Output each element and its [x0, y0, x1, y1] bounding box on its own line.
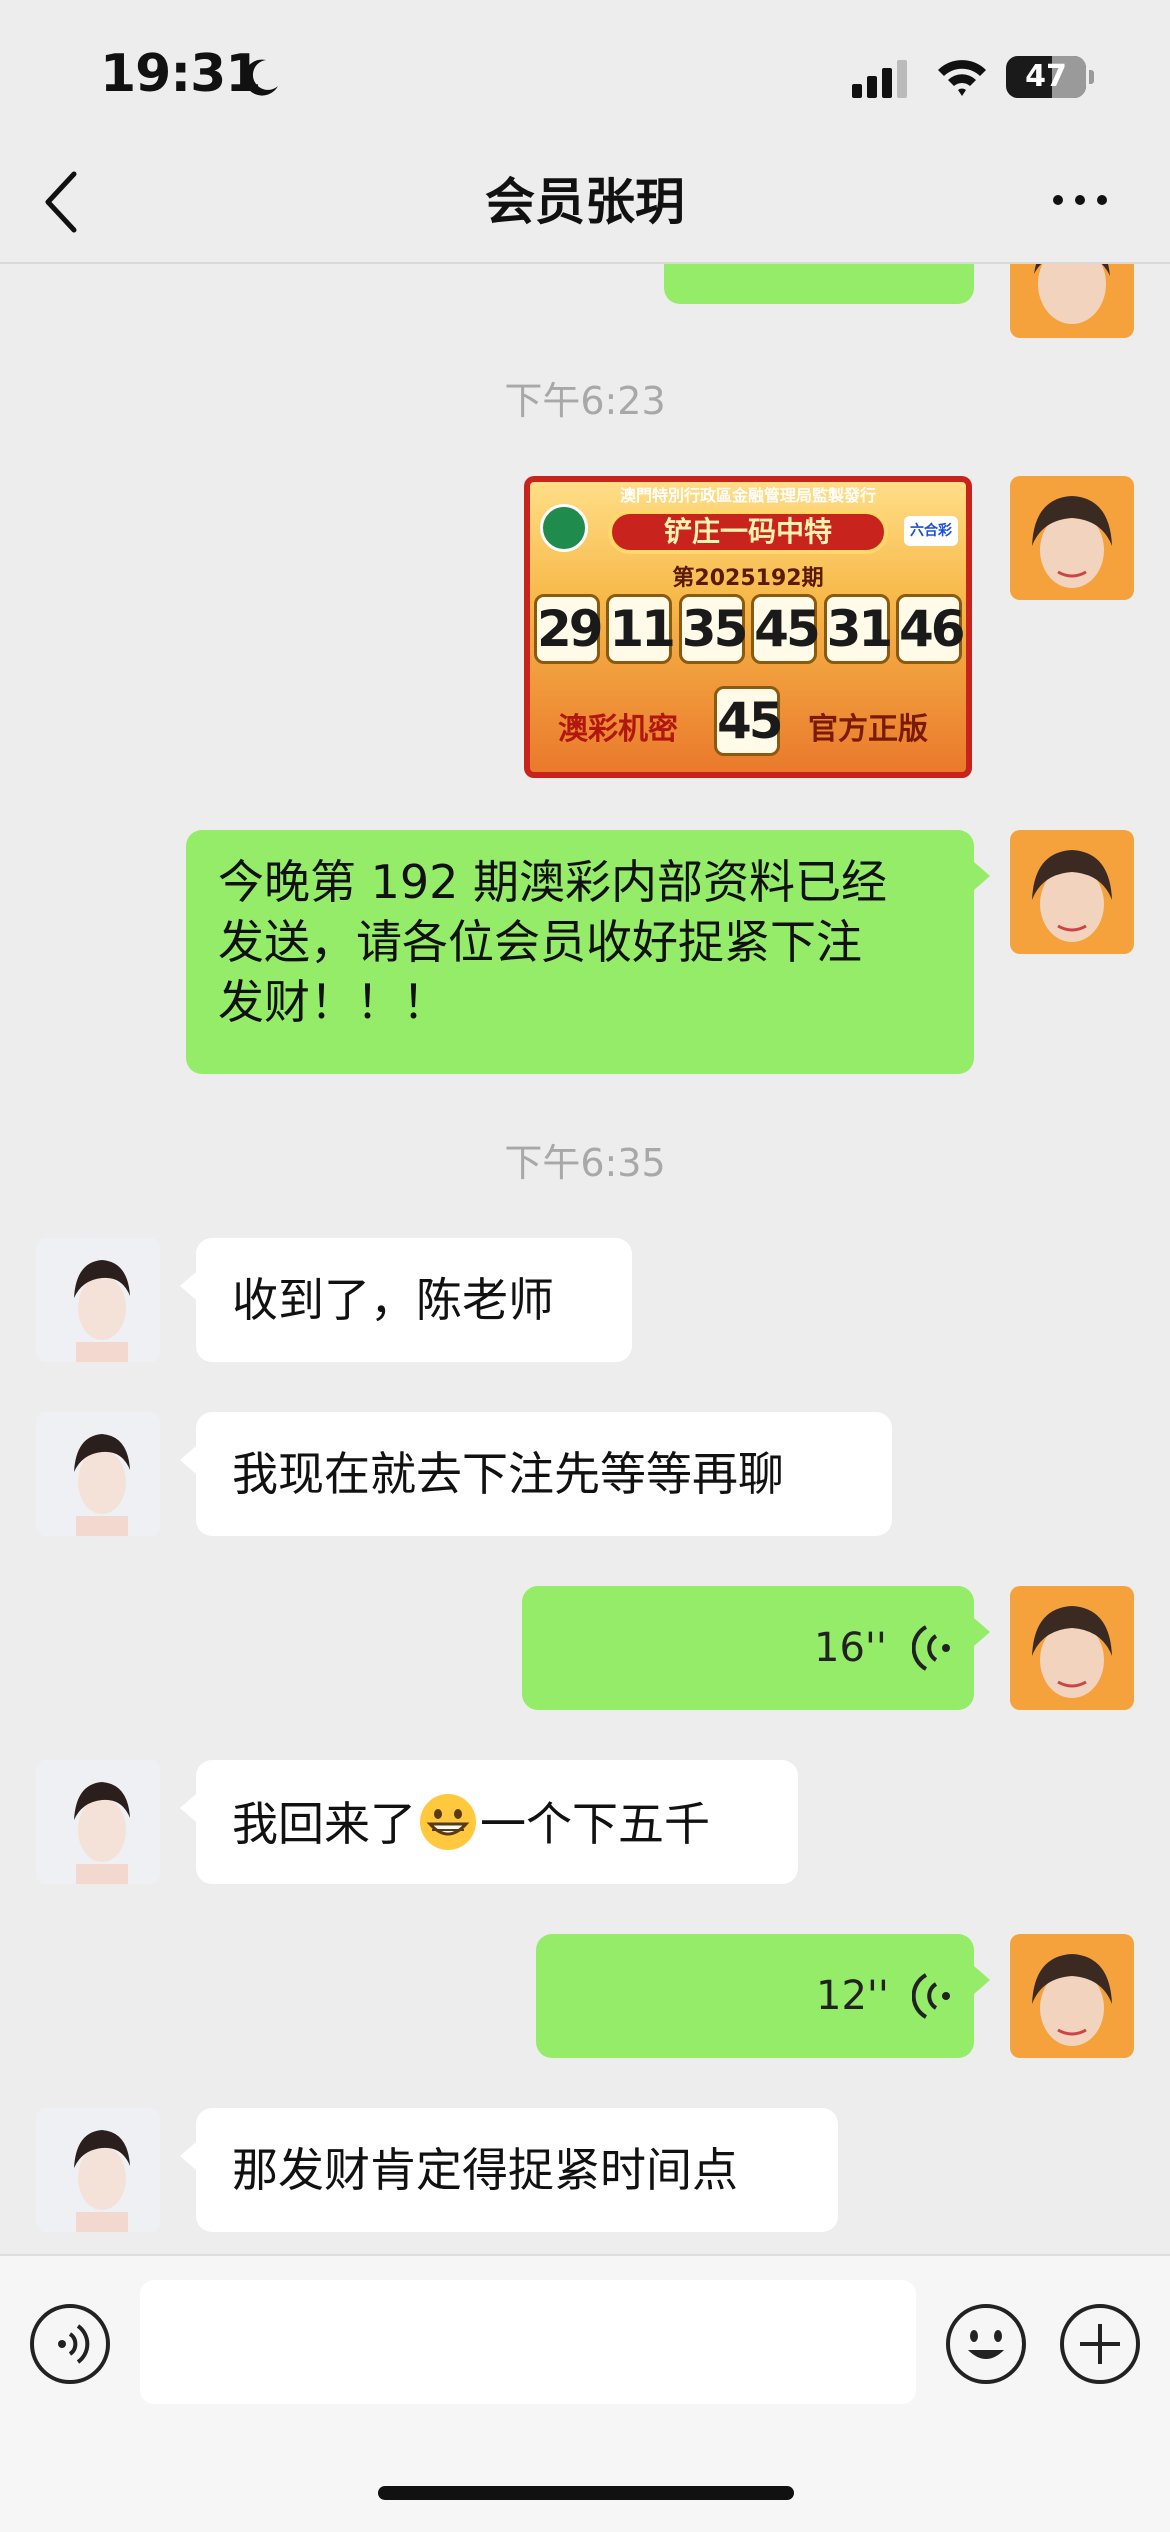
message-text: 收到了，陈老师	[232, 1273, 554, 1327]
nav-bar: 会员张玥	[0, 140, 1170, 264]
voice-duration: 16''	[814, 1625, 887, 1671]
battery-indicator: 47	[1006, 56, 1094, 98]
message-text: 那发财肯定得捉紧时间点	[232, 2143, 738, 2197]
message-line: 今晚第 192 期澳彩内部资料已经	[218, 855, 888, 909]
message-bubble-other[interactable]: 我回来了 一个下五千	[196, 1760, 798, 1884]
home-indicator	[378, 2486, 794, 2500]
lottery-image-message[interactable]: 澳門特別行政區金融管理局監製發行 铲庄一码中特 六合彩 第2025192期 29…	[524, 476, 972, 778]
status-time: 19:31	[100, 44, 262, 104]
voice-wave-icon	[912, 1973, 950, 2019]
message-bubble-self[interactable]: 今晚第 192 期澳彩内部资料已经 发送，请各位会员收好捉紧下注 发财！！！	[186, 830, 974, 1074]
voice-wave-icon	[912, 1625, 950, 1671]
wifi-icon	[938, 60, 986, 96]
timestamp: 下午6:23	[504, 379, 666, 423]
more-dots-icon[interactable]	[1050, 188, 1110, 212]
message-line: 发财！！！	[218, 975, 448, 1029]
input-bar	[0, 2254, 1170, 2532]
avatar-self[interactable]	[1010, 264, 1134, 338]
message-text: 我回来了	[232, 1797, 416, 1851]
grin-emoji-icon	[420, 1794, 476, 1850]
avatar-self[interactable]	[1010, 476, 1134, 600]
battery-level-text: 47	[1025, 59, 1067, 94]
avatar-self[interactable]	[1010, 830, 1134, 954]
message-text: 一个下五千	[480, 1797, 710, 1851]
signal-icon	[852, 60, 907, 98]
message-bubble-other[interactable]: 我现在就去下注先等等再聊	[196, 1412, 892, 1536]
timestamp: 下午6:35	[504, 1141, 666, 1185]
avatar-member[interactable]	[36, 1760, 160, 1884]
voice-message-self[interactable]: 12''	[536, 1934, 974, 2058]
message-bubble-other[interactable]: 收到了，陈老师	[196, 1238, 632, 1362]
message-bubble-other[interactable]: 那发财肯定得捉紧时间点	[196, 2108, 838, 2232]
avatar-member[interactable]	[36, 2108, 160, 2232]
voice-input-icon[interactable]	[28, 2302, 112, 2386]
message-text: 我现在就去下注先等等再聊	[232, 1447, 784, 1501]
voice-message-self[interactable]: 16''	[522, 1586, 974, 1710]
avatar-member[interactable]	[36, 1238, 160, 1362]
voice-duration: 12''	[816, 1973, 889, 2019]
emoji-icon[interactable]	[944, 2302, 1028, 2386]
avatar-self[interactable]	[1010, 1934, 1134, 2058]
status-bar: 19:31 47	[0, 0, 1170, 140]
avatar-member[interactable]	[36, 1412, 160, 1536]
message-bubble-partial[interactable]	[664, 264, 974, 304]
message-input[interactable]	[140, 2280, 916, 2404]
message-line: 发送，请各位会员收好捉紧下注	[218, 915, 862, 969]
plus-icon[interactable]	[1058, 2302, 1142, 2386]
avatar-self[interactable]	[1010, 1586, 1134, 1710]
chat-area[interactable]: 下午6:23 澳門特別行政區金融管理局監製發行 铲庄一码中特 六合彩 第2025…	[0, 264, 1170, 2254]
moon-icon	[244, 59, 278, 96]
chat-title: 会员张玥	[485, 173, 685, 231]
